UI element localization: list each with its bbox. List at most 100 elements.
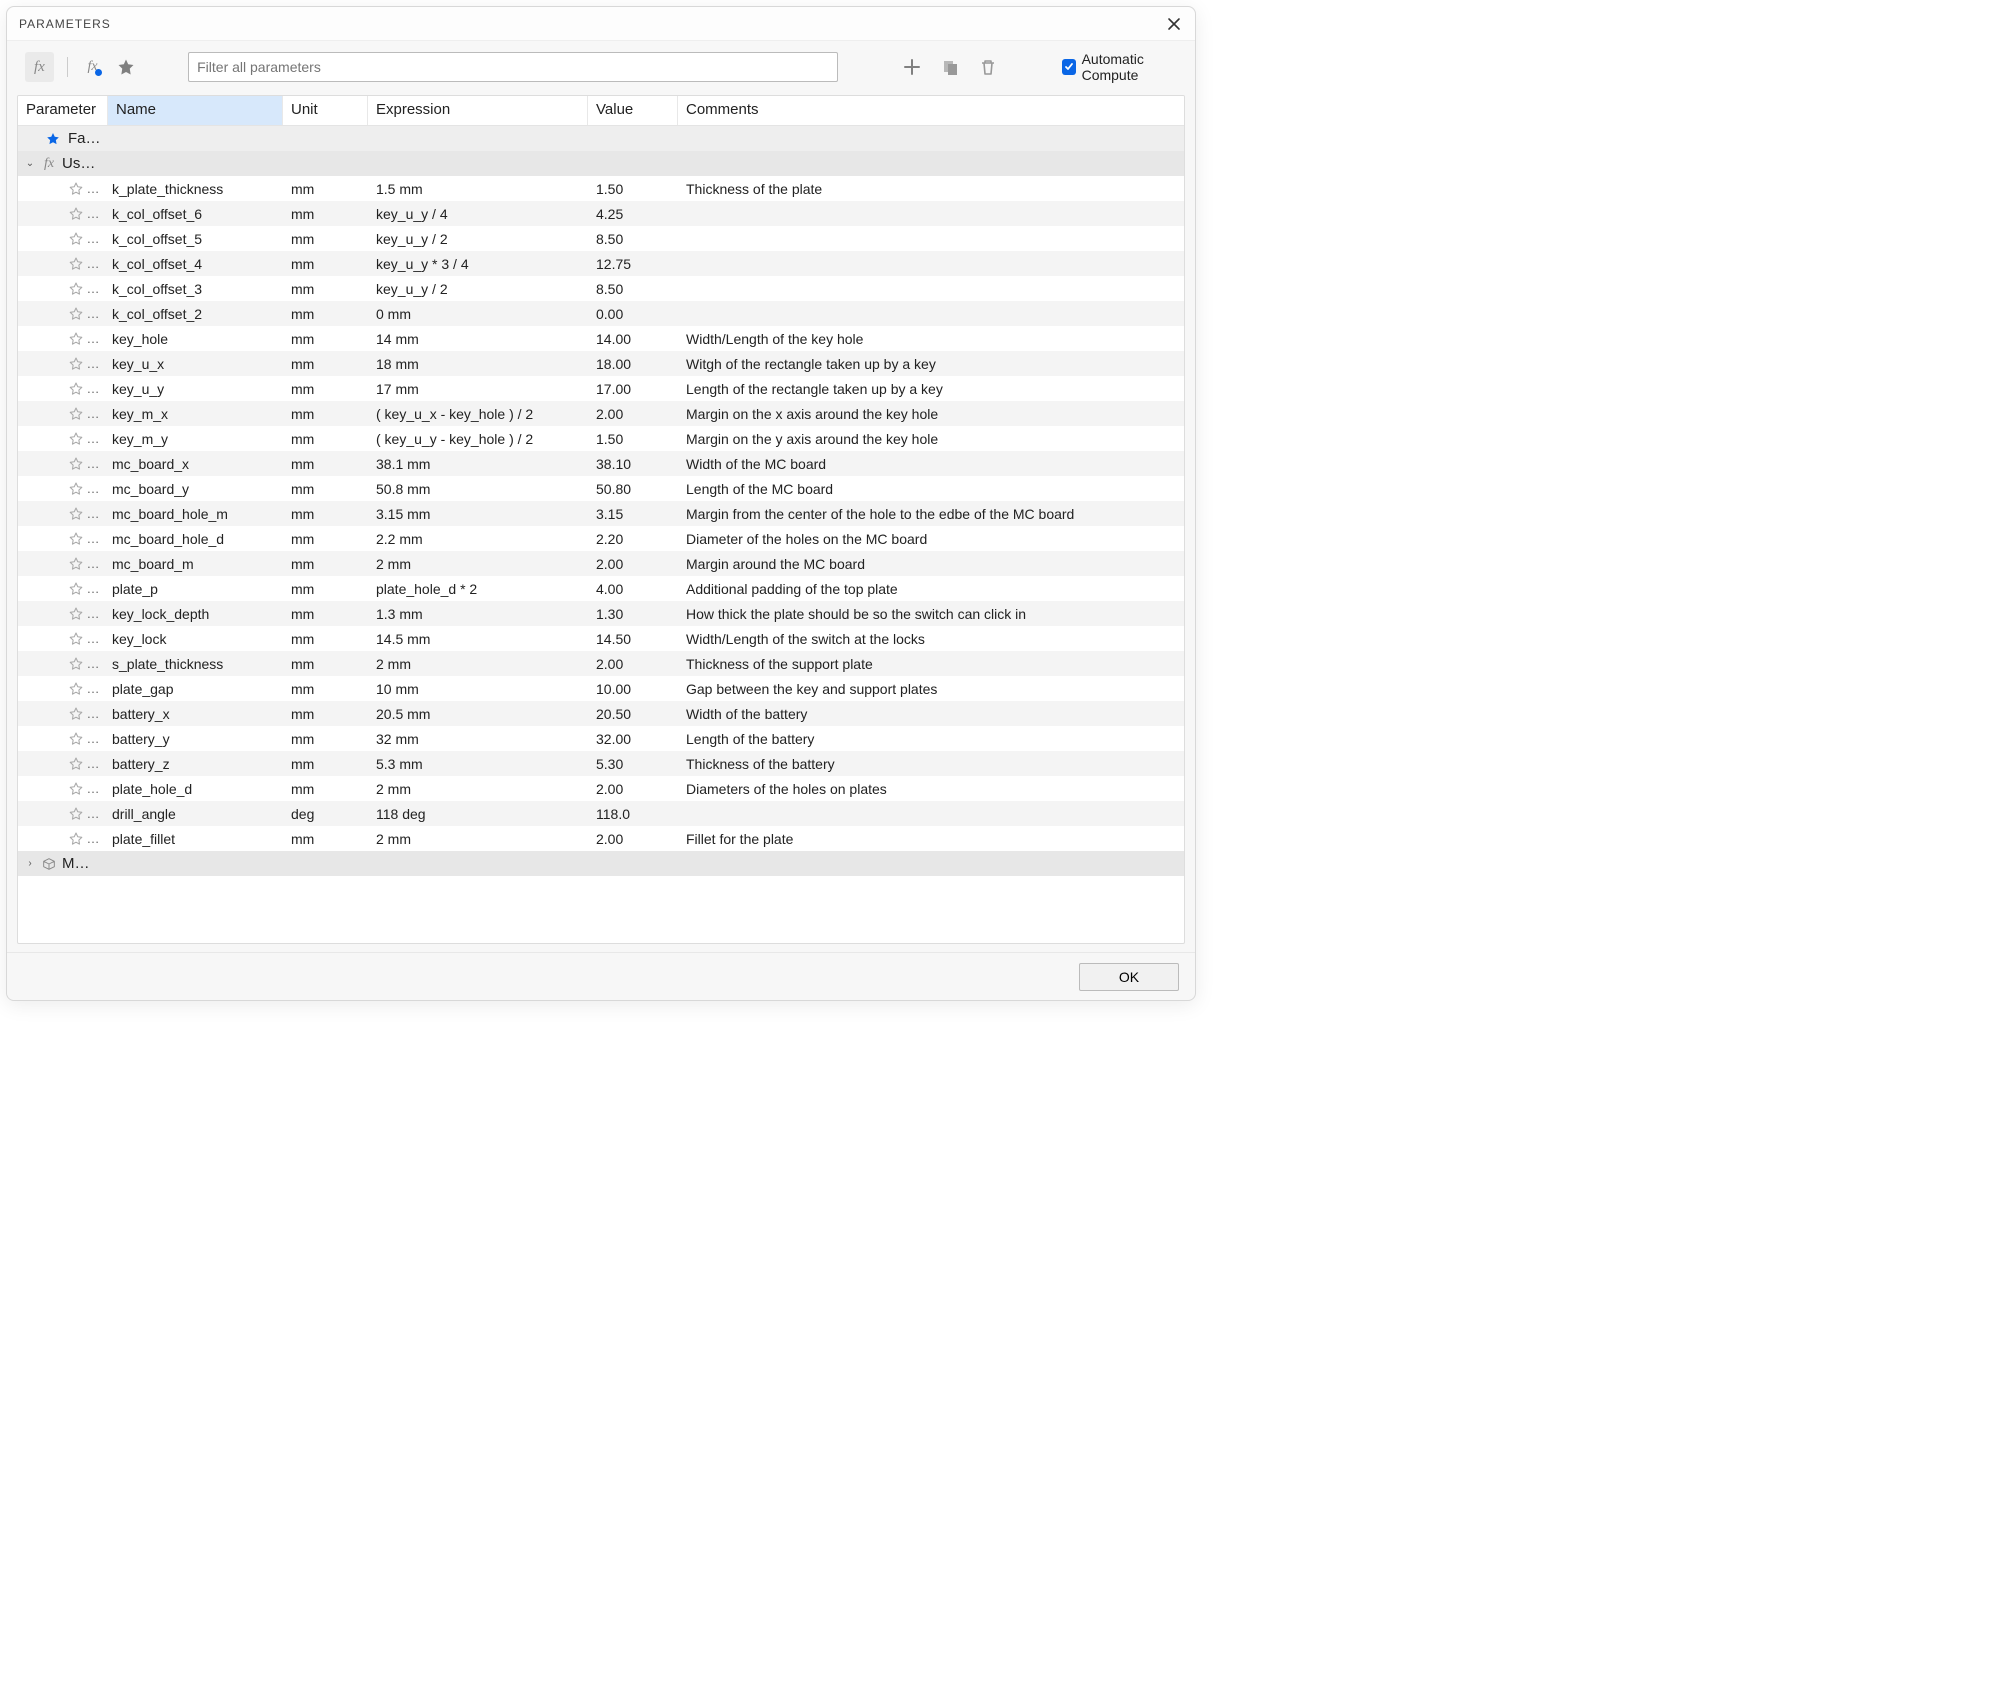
cell-name[interactable]: plate_gap bbox=[108, 681, 283, 697]
cell-name[interactable]: battery_z bbox=[108, 756, 283, 772]
favorite-toggle[interactable] bbox=[68, 581, 84, 597]
cell-expression[interactable]: 32 mm bbox=[368, 731, 588, 747]
cell-expression[interactable]: ( key_u_x - key_hole ) / 2 bbox=[368, 406, 588, 422]
table-row[interactable]: …key_m_ymm( key_u_y - key_hole ) / 21.50… bbox=[18, 426, 1184, 451]
cell-name[interactable]: battery_x bbox=[108, 706, 283, 722]
more-menu[interactable]: … bbox=[86, 431, 100, 446]
cell-expression[interactable]: 17 mm bbox=[368, 381, 588, 397]
more-menu[interactable]: … bbox=[86, 581, 100, 596]
favorite-toggle[interactable] bbox=[68, 831, 84, 847]
cell-expression[interactable]: 2.2 mm bbox=[368, 531, 588, 547]
favorite-toggle[interactable] bbox=[68, 406, 84, 422]
table-row[interactable]: …mc_board_mmm2 mm2.00Margin around the M… bbox=[18, 551, 1184, 576]
group-user[interactable]: ⌄fxUs… bbox=[18, 151, 1184, 176]
more-menu[interactable]: … bbox=[86, 331, 100, 346]
favorite-filter-button[interactable] bbox=[114, 53, 138, 81]
favorite-toggle[interactable] bbox=[68, 781, 84, 797]
cell-unit[interactable]: mm bbox=[283, 781, 368, 797]
favorite-toggle[interactable] bbox=[68, 256, 84, 272]
cell-value[interactable]: 5.30 bbox=[588, 756, 678, 772]
cell-comments[interactable]: How thick the plate should be so the swi… bbox=[678, 606, 1184, 622]
cell-unit[interactable]: mm bbox=[283, 706, 368, 722]
cell-comments[interactable]: Margin around the MC board bbox=[678, 556, 1184, 572]
cell-expression[interactable]: key_u_y * 3 / 4 bbox=[368, 256, 588, 272]
cell-value[interactable]: 1.30 bbox=[588, 606, 678, 622]
table-row[interactable]: …drill_angledeg118 deg118.0 bbox=[18, 801, 1184, 826]
cell-unit[interactable]: mm bbox=[283, 681, 368, 697]
cell-comments[interactable]: Margin from the center of the hole to th… bbox=[678, 506, 1184, 522]
cell-value[interactable]: 3.15 bbox=[588, 506, 678, 522]
cell-value[interactable]: 2.00 bbox=[588, 831, 678, 847]
cell-value[interactable]: 10.00 bbox=[588, 681, 678, 697]
table-row[interactable]: …battery_xmm20.5 mm20.50Width of the bat… bbox=[18, 701, 1184, 726]
column-header-unit[interactable]: Unit bbox=[283, 96, 368, 125]
cell-expression[interactable]: 0 mm bbox=[368, 306, 588, 322]
cell-unit[interactable]: mm bbox=[283, 356, 368, 372]
cell-value[interactable]: 17.00 bbox=[588, 381, 678, 397]
cell-name[interactable]: k_col_offset_3 bbox=[108, 281, 283, 297]
cell-unit[interactable]: mm bbox=[283, 406, 368, 422]
table-row[interactable]: …key_lock_depthmm1.3 mm1.30How thick the… bbox=[18, 601, 1184, 626]
cell-comments[interactable]: Width of the MC board bbox=[678, 456, 1184, 472]
cell-unit[interactable]: mm bbox=[283, 456, 368, 472]
table-row[interactable]: …key_u_xmm18 mm18.00Witgh of the rectang… bbox=[18, 351, 1184, 376]
cell-value[interactable]: 2.00 bbox=[588, 781, 678, 797]
cell-unit[interactable]: mm bbox=[283, 231, 368, 247]
cell-comments[interactable]: Fillet for the plate bbox=[678, 831, 1184, 847]
cell-expression[interactable]: 10 mm bbox=[368, 681, 588, 697]
table-row[interactable]: …key_holemm14 mm14.00Width/Length of the… bbox=[18, 326, 1184, 351]
favorite-toggle[interactable] bbox=[68, 306, 84, 322]
group-model[interactable]: ›M… bbox=[18, 851, 1184, 876]
more-menu[interactable]: … bbox=[86, 231, 100, 246]
cell-expression[interactable]: 2 mm bbox=[368, 831, 588, 847]
cell-comments[interactable]: Diameters of the holes on plates bbox=[678, 781, 1184, 797]
favorite-toggle[interactable] bbox=[68, 706, 84, 722]
favorite-toggle[interactable] bbox=[68, 531, 84, 547]
more-menu[interactable]: … bbox=[86, 256, 100, 271]
automatic-compute-checkbox[interactable]: Automatic Compute bbox=[1062, 51, 1185, 83]
cell-unit[interactable]: mm bbox=[283, 606, 368, 622]
column-header-value[interactable]: Value bbox=[588, 96, 678, 125]
ok-button[interactable]: OK bbox=[1079, 963, 1179, 991]
cell-comments[interactable]: Additional padding of the top plate bbox=[678, 581, 1184, 597]
cell-name[interactable]: k_plate_thickness bbox=[108, 181, 283, 197]
cell-name[interactable]: mc_board_y bbox=[108, 481, 283, 497]
cell-name[interactable]: key_lock_depth bbox=[108, 606, 283, 622]
cell-comments[interactable]: Margin on the y axis around the key hole bbox=[678, 431, 1184, 447]
add-parameter-button[interactable] bbox=[898, 53, 926, 81]
cell-unit[interactable]: mm bbox=[283, 581, 368, 597]
cell-expression[interactable]: 2 mm bbox=[368, 781, 588, 797]
favorite-toggle[interactable] bbox=[68, 506, 84, 522]
cell-expression[interactable]: key_u_y / 2 bbox=[368, 231, 588, 247]
table-row[interactable]: …plate_filletmm2 mm2.00Fillet for the pl… bbox=[18, 826, 1184, 851]
cell-value[interactable]: 50.80 bbox=[588, 481, 678, 497]
cell-comments[interactable]: Gap between the key and support plates bbox=[678, 681, 1184, 697]
cell-expression[interactable]: 18 mm bbox=[368, 356, 588, 372]
cell-value[interactable]: 2.00 bbox=[588, 656, 678, 672]
more-menu[interactable]: … bbox=[86, 406, 100, 421]
cell-name[interactable]: plate_fillet bbox=[108, 831, 283, 847]
cell-name[interactable]: battery_y bbox=[108, 731, 283, 747]
more-menu[interactable]: … bbox=[86, 356, 100, 371]
cell-unit[interactable]: mm bbox=[283, 756, 368, 772]
cell-unit[interactable]: mm bbox=[283, 281, 368, 297]
cell-comments[interactable]: Length of the battery bbox=[678, 731, 1184, 747]
table-row[interactable]: …k_col_offset_3mmkey_u_y / 28.50 bbox=[18, 276, 1184, 301]
cell-unit[interactable]: mm bbox=[283, 831, 368, 847]
table-row[interactable]: …plate_hole_dmm2 mm2.00Diameters of the … bbox=[18, 776, 1184, 801]
cell-expression[interactable]: 50.8 mm bbox=[368, 481, 588, 497]
cell-name[interactable]: mc_board_hole_d bbox=[108, 531, 283, 547]
favorite-toggle[interactable] bbox=[68, 631, 84, 647]
cell-value[interactable]: 14.50 bbox=[588, 631, 678, 647]
cell-value[interactable]: 20.50 bbox=[588, 706, 678, 722]
cell-name[interactable]: k_col_offset_6 bbox=[108, 206, 283, 222]
favorite-toggle[interactable] bbox=[68, 206, 84, 222]
more-menu[interactable]: … bbox=[86, 206, 100, 221]
table-row[interactable]: …plate_gapmm10 mm10.00Gap between the ke… bbox=[18, 676, 1184, 701]
more-menu[interactable]: … bbox=[86, 731, 100, 746]
cell-comments[interactable]: Diameter of the holes on the MC board bbox=[678, 531, 1184, 547]
more-menu[interactable]: … bbox=[86, 806, 100, 821]
cell-name[interactable]: plate_hole_d bbox=[108, 781, 283, 797]
cell-expression[interactable]: 2 mm bbox=[368, 556, 588, 572]
cell-comments[interactable]: Length of the MC board bbox=[678, 481, 1184, 497]
